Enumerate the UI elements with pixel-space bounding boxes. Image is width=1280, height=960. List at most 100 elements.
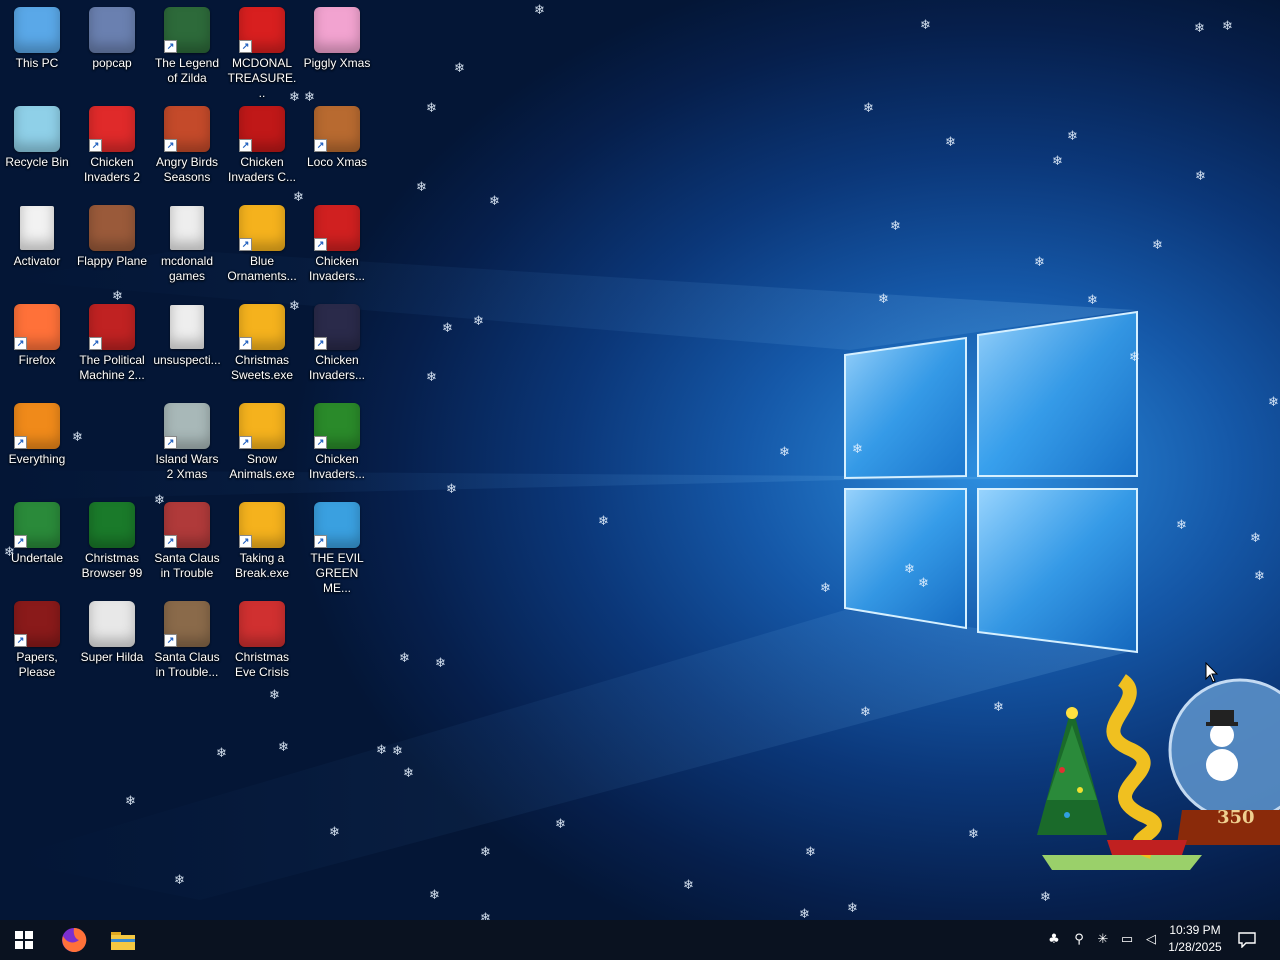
shortcut-arrow-icon: ↗ [14, 436, 27, 449]
snowflake: ❄ [1222, 19, 1233, 34]
desktop-icon-label: Activator [13, 254, 61, 268]
blue-ornaments-icon: ↗ [238, 204, 286, 252]
island-wars-icon: ↗ [163, 402, 211, 450]
start-button[interactable] [0, 920, 48, 960]
snowflake: ❄ [1040, 890, 1051, 905]
evil-green-messenger-icon: ↗ [313, 501, 361, 549]
firefox-taskbar-button[interactable] [50, 920, 98, 960]
snowflake-tray-icon[interactable]: ✳ [1095, 932, 1111, 948]
desktop-background[interactable]: ❄ ❄ ❄ ❄ ❄ ❄ ❄ ❄ ❄ ❄ ❄ ❄ ❄ ❄ ❄ ❄ ❄ ❄ ❄ ❄ ❄ ❄ ❄ ❄ ❄ ❄ ❄ ❄ ❄ ❄ ❄ ❄ ❄ ❄ ❄ ❄ ❄ ❄ ❄ ❄… [0, 0, 1280, 920]
shortcut-arrow-icon: ↗ [89, 139, 102, 152]
shortcut-arrow-icon: ↗ [314, 238, 327, 251]
snowflake: ❄ [1087, 293, 1098, 308]
desktop-icon[interactable]: Recycle Bin [0, 101, 74, 197]
desktop-icon-label: popcap [92, 56, 132, 70]
desktop-icon[interactable]: ↗ Taking a Break.exe [225, 497, 299, 593]
desktop-icon[interactable]: ↗ Chicken Invaders... [300, 200, 374, 296]
desktop-icon[interactable]: ↗ Angry Birds Seasons [150, 101, 224, 197]
desktop-icon[interactable]: Super Hilda [75, 596, 149, 692]
mouse-cursor [1205, 662, 1219, 683]
undertale-icon: ↗ [13, 501, 61, 549]
shortcut-arrow-icon: ↗ [314, 535, 327, 548]
desktop-icon[interactable]: ↗ Blue Ornaments... [225, 200, 299, 296]
desktop-icon[interactable]: popcap [75, 2, 149, 98]
desktop-icon[interactable]: Activator [0, 200, 74, 296]
desktop-icon[interactable]: ↗ Papers, Please [0, 596, 74, 692]
shortcut-arrow-icon: ↗ [239, 337, 252, 350]
action-center-button[interactable] [1226, 920, 1268, 960]
snowflake: ❄ [1034, 255, 1045, 270]
shortcut-arrow-icon: ↗ [164, 535, 177, 548]
desktop-icon[interactable]: ↗ Everything [0, 398, 74, 494]
shortcut-arrow-icon: ↗ [164, 436, 177, 449]
desktop-icon[interactable]: ↗ Firefox [0, 299, 74, 395]
desktop-icon[interactable]: Christmas Browser 99 [75, 497, 149, 593]
desktop-icon[interactable]: ↗ Loco Xmas [300, 101, 374, 197]
snowflake: ❄ [1052, 154, 1063, 169]
shortcut-arrow-icon: ↗ [239, 436, 252, 449]
shortcut-arrow-icon: ↗ [314, 139, 327, 152]
recycle-bin-icon [13, 105, 61, 153]
firefox-taskbar-icon [62, 927, 87, 952]
desktop-icon[interactable]: Piggly Xmas [300, 2, 374, 98]
taskbar-clock[interactable]: 10:39 PM 1/28/2025 [1160, 922, 1230, 958]
desktop-icon[interactable]: ↗ THE EVIL GREEN ME... [300, 497, 374, 595]
snowflake: ❄ [683, 878, 694, 893]
snowflake: ❄ [1268, 395, 1279, 410]
volume-muted-tray-icon[interactable]: ◁ [1143, 932, 1159, 948]
shortcut-arrow-icon: ↗ [164, 139, 177, 152]
desktop-icon[interactable]: mcdonald games [150, 200, 224, 296]
shortcut-arrow-icon: ↗ [239, 40, 252, 53]
snow-globe-widget[interactable]: 350 [1022, 640, 1280, 880]
desktop-icon[interactable]: Flappy Plane [75, 200, 149, 296]
angry-birds-seasons-icon: ↗ [163, 105, 211, 153]
desktop-icon[interactable]: This PC [0, 2, 74, 98]
desktop-icon[interactable]: Christmas Eve Crisis [225, 596, 299, 692]
desktop-icon-label: Island Wars 2 Xmas [155, 452, 219, 481]
desktop-icon-label: Christmas Eve Crisis [234, 650, 289, 679]
display-tray-icon[interactable]: ▭ [1119, 932, 1135, 948]
search-tray-icon[interactable]: ⚲ [1071, 932, 1087, 948]
desktop-icon[interactable]: ↗ Chicken Invaders... [300, 398, 374, 494]
snowflake: ❄ [1195, 169, 1206, 184]
snowflake: ❄ [1250, 531, 1261, 546]
desktop-icon[interactable]: ↗ The Legend of Zilda [150, 2, 224, 98]
activator-file-icon [13, 204, 61, 252]
desktop-icon[interactable]: ↗ MCDONAL TREASURE... [225, 2, 299, 100]
desktop-icon-label: Chicken Invaders... [308, 452, 366, 481]
snowflake: ❄ [216, 746, 227, 761]
file-explorer-taskbar-button[interactable] [99, 920, 147, 960]
desktop-icon[interactable]: ↗ Chicken Invaders 2 [75, 101, 149, 197]
network-people-tray-icon[interactable]: ♣ [1046, 932, 1062, 948]
snowflake: ❄ [598, 514, 609, 529]
firefox-icon: ↗ [13, 303, 61, 351]
desktop-icon[interactable]: ↗ Undertale [0, 497, 74, 593]
snowflake: ❄ [1152, 238, 1163, 253]
loco-xmas-icon: ↗ [313, 105, 361, 153]
santa-claus-in-trouble-icon: ↗ [163, 501, 211, 549]
desktop-icon[interactable]: ↗ The Political Machine 2... [75, 299, 149, 395]
desktop-icon-label: Everything [8, 452, 66, 466]
snowflake: ❄ [820, 581, 831, 596]
chicken-invaders-xmas-icon: ↗ [313, 204, 361, 252]
desktop-icon[interactable]: ↗ Snow Animals.exe [225, 398, 299, 494]
chicken-invaders-space-icon: ↗ [313, 303, 361, 351]
desktop-icon[interactable]: ↗ Santa Claus in Trouble [150, 497, 224, 593]
shortcut-arrow-icon: ↗ [314, 436, 327, 449]
shortcut-arrow-icon: ↗ [14, 634, 27, 647]
shortcut-arrow-icon: ↗ [164, 634, 177, 647]
snowflake: ❄ [945, 135, 956, 150]
desktop-icon[interactable]: unsuspecti... [150, 299, 224, 395]
desktop-icon[interactable]: ↗ Santa Claus in Trouble... [150, 596, 224, 692]
desktop-icon[interactable]: ↗ Chicken Invaders C... [225, 101, 299, 197]
desktop-icon[interactable]: ↗ Chicken Invaders... [300, 299, 374, 395]
desktop-icon[interactable]: ↗ Christmas Sweets.exe [225, 299, 299, 395]
shortcut-arrow-icon: ↗ [14, 535, 27, 548]
desktop-icon-label: The Political Machine 2... [79, 353, 145, 382]
desktop-icon-label: unsuspecti... [153, 353, 221, 367]
snowflake: ❄ [805, 845, 816, 860]
flappy-plane-icon [88, 204, 136, 252]
desktop-icon-label: This PC [15, 56, 59, 70]
desktop-icon[interactable]: ↗ Island Wars 2 Xmas [150, 398, 224, 494]
shortcut-arrow-icon: ↗ [89, 337, 102, 350]
